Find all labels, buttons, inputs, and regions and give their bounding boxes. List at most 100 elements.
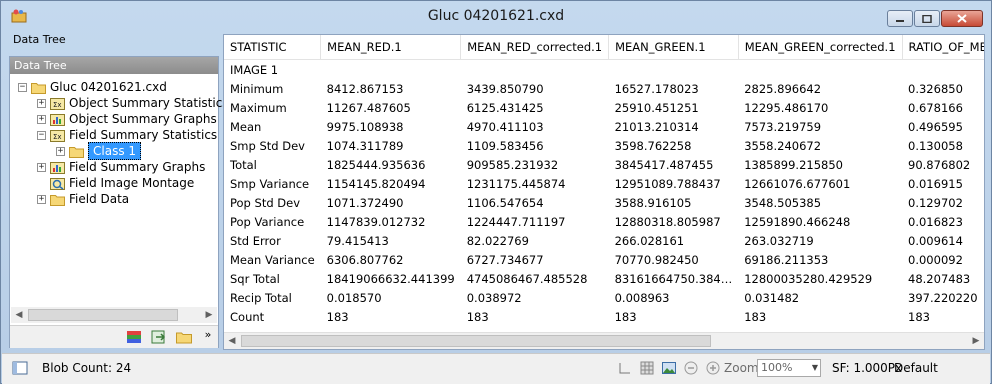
column-header[interactable]: MEAN_GREEN.1	[608, 35, 739, 60]
table-row[interactable]: Std Error 79.415413 82.022769 266.028161 263…	[224, 231, 984, 250]
statistic-name-cell: Recip Total	[230, 290, 292, 305]
table-row[interactable]: Sqr Total 18419066632.441399 4745086467.48…	[224, 269, 984, 288]
table-row[interactable]: Smp Std Dev 1074.311789 1109.583456 3598.76…	[224, 136, 984, 155]
tree-item-field-summary-graphs[interactable]: + Field Summary Graphs	[37, 159, 205, 175]
panel-toggle-icon[interactable]	[12, 360, 28, 376]
more-icon[interactable]: »	[200, 328, 216, 342]
tree-item-field-data[interactable]: + Field Data	[37, 191, 129, 207]
group-row: IMAGE 1	[224, 60, 984, 80]
table-row[interactable]: Total 1825444.935636 909585.231932 3845417.…	[224, 155, 984, 174]
tree-item-label: Field Data	[69, 192, 130, 206]
value-cell: 6727.734677	[466, 252, 544, 267]
stats-icon: Σx	[50, 129, 65, 142]
zoom-label: Zoom	[724, 361, 759, 375]
table-row[interactable]: Smp Variance 1154145.820494 1231175.445874…	[224, 174, 984, 193]
column-header[interactable]: RATIO_OF_MEANS_R	[902, 35, 984, 60]
scroll-right-icon[interactable]: ▶	[968, 333, 984, 349]
value-cell: 83161664750.384…	[614, 271, 733, 286]
statistic-name-cell: Maximum	[230, 100, 287, 115]
statistic-name-cell: Pop Std Dev	[230, 195, 301, 210]
table-row[interactable]: Count 183 183 183 183 183	[224, 307, 984, 326]
zoom-select[interactable]: 100% ▼	[757, 359, 821, 377]
value-cell: 1385899.215850	[744, 157, 843, 172]
scrollbar-thumb[interactable]	[28, 309, 178, 321]
value-cell: 0.031482	[744, 290, 800, 305]
value-cell: 0.496595	[908, 119, 963, 134]
expand-icon[interactable]: +	[56, 146, 65, 156]
tree-item-class-1[interactable]: + Class 1	[56, 142, 142, 160]
pixel-grid-icon[interactable]	[639, 360, 655, 376]
minimize-button[interactable]	[887, 10, 913, 27]
scroll-left-icon[interactable]: ◀	[11, 307, 27, 323]
table-row[interactable]: Pop Std Dev 1071.372490 1106.547654 3588.91…	[224, 193, 984, 212]
title-bar[interactable]: Gluc 04201621.cxd	[1, 1, 991, 31]
value-cell: 12951089.788437	[614, 176, 721, 191]
scrollbar-thumb[interactable]	[241, 335, 711, 347]
table-horizontal-scrollbar[interactable]: ◀ ▶	[224, 332, 984, 349]
value-cell: 6306.807762	[326, 252, 404, 267]
montage-icon	[50, 177, 65, 190]
table-row[interactable]: Recip Total 0.018570 0.038972 0.008963 0.031…	[224, 288, 984, 307]
statistic-name-cell: Total	[230, 157, 257, 172]
export-icon[interactable]	[151, 330, 167, 344]
value-cell: 909585.231932	[466, 157, 559, 172]
table-row[interactable]: Mean 9975.108938 4970.411103 21013.210314 75…	[224, 117, 984, 136]
zoom-out-icon[interactable]	[683, 360, 699, 376]
expand-icon[interactable]: +	[37, 114, 46, 124]
tree-item-object-summary-graphs[interactable]: + Object Summary Graphs	[37, 111, 217, 127]
palette-icon[interactable]	[126, 330, 142, 344]
expand-icon[interactable]: +	[37, 194, 46, 204]
value-cell: 82.022769	[466, 233, 529, 248]
collapse-icon[interactable]: −	[37, 130, 46, 140]
value-cell: 0.129702	[908, 195, 963, 210]
value-cell: 183	[744, 309, 767, 324]
zoom-value: 100%	[761, 361, 793, 374]
value-cell: 1109.583456	[466, 138, 544, 153]
column-header[interactable]: MEAN_RED_corrected.1	[460, 35, 610, 60]
table-row[interactable]: Minimum 8412.867153 3439.850790 16527.17802…	[224, 79, 984, 98]
collapse-icon[interactable]: −	[18, 82, 27, 92]
scroll-left-icon[interactable]: ◀	[224, 333, 240, 349]
fit-icon[interactable]	[617, 360, 633, 376]
value-cell: 0.009614	[908, 233, 963, 248]
zoom-in-icon[interactable]	[705, 360, 721, 376]
value-cell: 6125.431425	[466, 100, 544, 115]
value-cell: 1074.311789	[326, 138, 404, 153]
svg-text:Σx: Σx	[53, 101, 62, 109]
value-cell: 79.415413	[326, 233, 389, 248]
value-cell: 4970.411103	[466, 119, 544, 134]
value-cell: 1147839.012732	[326, 214, 426, 229]
tree-item-field-summary-statistics[interactable]: − Σx Field Summary Statistics	[37, 127, 217, 143]
tree-item-root[interactable]: − Gluc 04201621.cxd	[18, 79, 167, 95]
table-row[interactable]: Mean Variance 6306.807762 6727.734677 70770…	[224, 250, 984, 269]
value-cell: 3439.850790	[466, 81, 544, 96]
statistic-name-cell: Std Error	[230, 233, 281, 248]
graph-icon	[50, 161, 65, 174]
value-cell: 183	[614, 309, 637, 324]
statistic-name-cell: Pop Variance	[230, 214, 305, 229]
open-folder-icon[interactable]	[176, 330, 192, 344]
statistic-name-cell: Count	[230, 309, 265, 324]
column-header[interactable]: MEAN_GREEN_corrected.1	[738, 35, 903, 60]
tree-item-label: Object Summary Graphs	[69, 112, 217, 126]
column-header[interactable]: STATISTIC	[224, 35, 322, 60]
tree-item-object-summary-statistics[interactable]: + Σx Object Summary Statistics	[37, 95, 229, 111]
table-row[interactable]: Pop Variance 1147839.012732 1224447.711197…	[224, 212, 984, 231]
expand-icon[interactable]: +	[37, 98, 46, 108]
tree-item-label: Field Summary Graphs	[69, 160, 206, 174]
tree-horizontal-scrollbar[interactable]: ◀ ▶	[11, 307, 217, 323]
column-header[interactable]: MEAN_RED.1	[320, 35, 462, 60]
expand-icon[interactable]: +	[37, 162, 46, 172]
scroll-right-icon[interactable]: ▶	[201, 307, 217, 323]
value-cell: 183	[908, 309, 930, 324]
maximize-icon	[922, 14, 932, 23]
maximize-button[interactable]	[914, 10, 940, 27]
image-icon[interactable]	[661, 360, 677, 376]
value-cell: 3558.240672	[744, 138, 822, 153]
folder-icon	[31, 82, 46, 94]
value-cell: 12661076.677601	[744, 176, 851, 191]
table-row[interactable]: Maximum 11267.487605 6125.431425 25910.4512…	[224, 98, 984, 117]
close-button[interactable]	[941, 10, 983, 27]
tree-item-field-image-montage[interactable]: Field Image Montage	[50, 175, 194, 191]
data-tree: − Gluc 04201621.cxd + Σx Object Summary …	[10, 75, 229, 305]
